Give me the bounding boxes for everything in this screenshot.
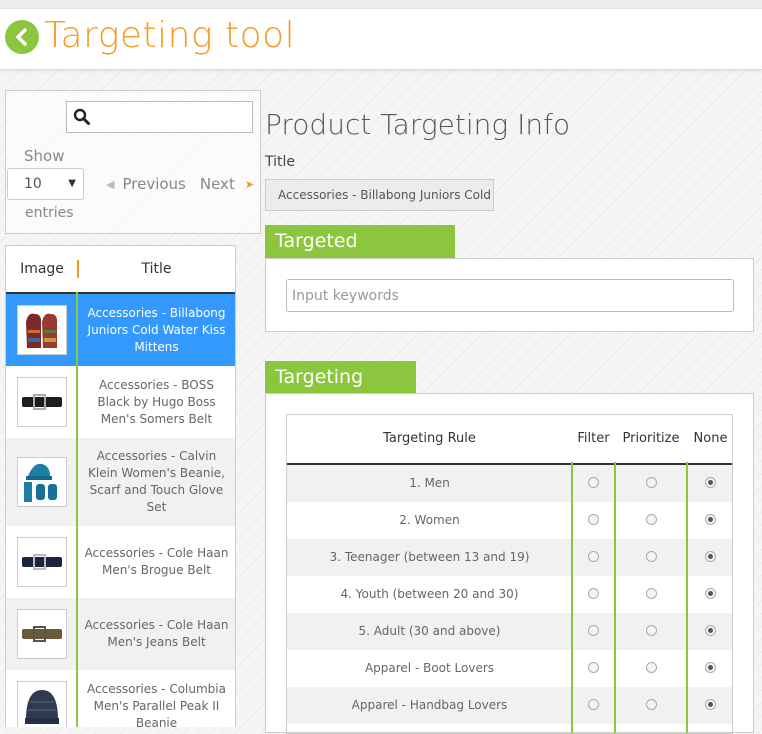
- search-icon: [73, 108, 90, 125]
- targeting-rules-tab: Targeting Rules: [265, 361, 416, 421]
- rules-panel: Targeting Rule Filter Prioritize None 1.…: [265, 393, 754, 734]
- page-title: Product Targeting Info: [265, 108, 571, 141]
- column-header-title[interactable]: Title: [78, 246, 235, 292]
- rule-row: 3. Teenager (between 13 and 19): [287, 539, 732, 576]
- rules-table-body: 1. Men 2. Women 3. Teenager (between 13 an…: [287, 465, 732, 724]
- page-size-value: 10: [24, 176, 42, 192]
- back-button[interactable]: [5, 20, 39, 54]
- show-label: Show: [24, 147, 65, 165]
- column-header-prioritize: Prioritize: [622, 431, 680, 446]
- rule-row: Apparel - Boot Lovers: [287, 650, 732, 687]
- chevron-left-icon: [16, 28, 27, 46]
- rule-row: 5. Adult (30 and above): [287, 613, 732, 650]
- none-radio[interactable]: [705, 662, 716, 673]
- column-divider: [686, 462, 688, 733]
- rule-row: 2. Women: [287, 502, 732, 539]
- filter-radio[interactable]: [588, 699, 599, 710]
- column-divider: [614, 462, 616, 733]
- product-title: Accessories - Billabong Juniors Cold Wat…: [87, 305, 226, 354]
- filter-radio[interactable]: [588, 551, 599, 562]
- table-row[interactable]: Accessories - BOSS Black by Hugo Boss Me…: [6, 366, 235, 438]
- rule-name: Apparel - Handbag Lovers: [351, 698, 508, 712]
- table-row[interactable]: Accessories - Calvin Klein Women's Beani…: [6, 438, 235, 526]
- column-divider: [76, 292, 78, 727]
- rule-name: Apparel - Boot Lovers: [364, 661, 495, 675]
- top-strip: [0, 0, 762, 9]
- product-title: Accessories - Cole Haan Men's Brogue Bel…: [84, 546, 229, 577]
- product-title: Accessories - Columbia Men's Parallel Pe…: [87, 681, 226, 728]
- list-controls: Show 10 ▼ entries ◀ Previous Next ➤: [5, 90, 261, 234]
- beanie-scarf-icon: [17, 457, 67, 507]
- none-radio[interactable]: [705, 514, 716, 525]
- product-title: Accessories - BOSS Black by Hugo Boss Me…: [97, 377, 216, 426]
- table-row[interactable]: Accessories - Cole Haan Men's Jeans Belt: [6, 598, 235, 670]
- prioritize-radio[interactable]: [646, 477, 657, 488]
- beanie-icon: [17, 681, 67, 727]
- prioritize-radio[interactable]: [646, 514, 657, 525]
- none-radio[interactable]: [705, 588, 716, 599]
- rule-row: 1. Men: [287, 465, 732, 502]
- table-row[interactable]: Accessories - Columbia Men's Parallel Pe…: [6, 670, 235, 727]
- previous-arrow-icon: ◀: [106, 177, 115, 191]
- mittens-icon: [17, 305, 67, 355]
- rule-name: 4. Youth (between 20 and 30): [340, 587, 519, 601]
- pagination: ◀ Previous Next ➤: [106, 175, 254, 193]
- column-header-none: None: [693, 431, 728, 446]
- title-label: Title: [265, 154, 296, 170]
- filter-radio[interactable]: [588, 477, 599, 488]
- search-input[interactable]: [66, 101, 253, 133]
- rule-name: 3. Teenager (between 13 and 19): [329, 550, 530, 564]
- entries-label: entries: [25, 205, 74, 221]
- filter-radio[interactable]: [588, 514, 599, 525]
- table-row[interactable]: Accessories - Cole Haan Men's Brogue Bel…: [6, 526, 235, 598]
- product-title: Accessories - Cole Haan Men's Jeans Belt: [84, 618, 229, 649]
- column-header-rule: Targeting Rule: [383, 431, 476, 446]
- product-title: Accessories - Calvin Klein Women's Beani…: [88, 449, 225, 514]
- filter-radio[interactable]: [588, 588, 599, 599]
- app-title: Targeting tool: [44, 15, 296, 56]
- page-size-select[interactable]: 10 ▼: [7, 168, 84, 200]
- column-header-filter: Filter: [577, 431, 610, 446]
- filter-radio[interactable]: [588, 662, 599, 673]
- targeted-keywords-tab: Targeted Keywords: [265, 225, 455, 285]
- rule-row: Apparel - Handbag Lovers: [287, 687, 732, 724]
- title-field[interactable]: Accessories - Billabong Juniors Cold Wat…: [265, 179, 494, 211]
- prioritize-radio[interactable]: [646, 551, 657, 562]
- prioritize-radio[interactable]: [646, 699, 657, 710]
- rules-table: Targeting Rule Filter Prioritize None 1.…: [286, 414, 733, 734]
- prioritize-radio[interactable]: [646, 662, 657, 673]
- belt-icon: [17, 537, 67, 587]
- filter-radio[interactable]: [588, 625, 599, 636]
- next-arrow-icon: ➤: [244, 177, 255, 191]
- rule-name: 5. Adult (30 and above): [358, 624, 501, 638]
- belt-icon: [17, 377, 67, 427]
- none-radio[interactable]: [705, 699, 716, 710]
- rules-table-header: Targeting Rule Filter Prioritize None: [287, 415, 732, 465]
- keywords-panel: Input keywords: [265, 258, 754, 332]
- none-radio[interactable]: [705, 625, 716, 636]
- table-row[interactable]: Accessories - Billabong Juniors Cold Wat…: [6, 294, 235, 366]
- prioritize-radio[interactable]: [646, 588, 657, 599]
- next-button[interactable]: Next: [200, 175, 235, 193]
- column-divider: [571, 462, 573, 733]
- table-body: Accessories - Billabong Juniors Cold Wat…: [6, 294, 235, 727]
- rule-name: 1. Men: [409, 476, 450, 490]
- rule-row: 4. Youth (between 20 and 30): [287, 576, 732, 613]
- column-header-image[interactable]: Image: [6, 246, 78, 292]
- app-header: Targeting tool: [0, 9, 762, 70]
- dropdown-arrow-icon: ▼: [68, 178, 76, 189]
- keywords-input[interactable]: Input keywords: [286, 279, 734, 312]
- none-radio[interactable]: [705, 551, 716, 562]
- prioritize-radio[interactable]: [646, 625, 657, 636]
- belt-icon: [17, 609, 67, 659]
- rule-name: 2. Women: [399, 513, 460, 527]
- previous-button[interactable]: Previous: [122, 175, 185, 193]
- none-radio[interactable]: [705, 477, 716, 488]
- products-table: Image Title Accessories - Billabong Juni…: [5, 245, 236, 727]
- table-header: Image Title: [6, 246, 235, 294]
